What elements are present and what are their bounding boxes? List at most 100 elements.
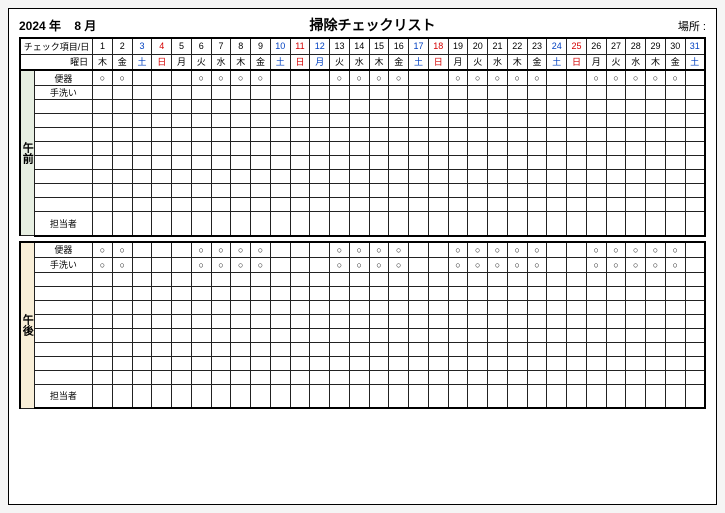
check-cell[interactable]	[112, 86, 132, 100]
check-cell[interactable]	[270, 242, 290, 258]
check-cell[interactable]: ○	[389, 257, 409, 272]
check-cell[interactable]: ○	[468, 70, 488, 86]
check-cell[interactable]: ○	[251, 257, 271, 272]
tantou-cell[interactable]	[665, 212, 685, 236]
check-cell[interactable]	[349, 86, 369, 100]
check-cell[interactable]	[290, 242, 310, 258]
tantou-cell[interactable]	[567, 212, 587, 236]
check-cell[interactable]	[152, 70, 172, 86]
tantou-cell[interactable]	[389, 384, 409, 408]
check-cell[interactable]	[507, 86, 527, 100]
check-cell[interactable]: ○	[606, 257, 626, 272]
check-cell[interactable]	[448, 86, 468, 100]
check-cell[interactable]	[646, 86, 666, 100]
tantou-cell[interactable]	[310, 212, 330, 236]
check-cell[interactable]	[488, 86, 508, 100]
tantou-cell[interactable]	[93, 212, 113, 236]
tantou-cell[interactable]	[685, 212, 705, 236]
tantou-cell[interactable]	[132, 384, 152, 408]
tantou-cell[interactable]	[626, 384, 646, 408]
tantou-cell[interactable]	[448, 384, 468, 408]
check-cell[interactable]: ○	[488, 257, 508, 272]
check-cell[interactable]	[567, 86, 587, 100]
check-cell[interactable]: ○	[349, 242, 369, 258]
tantou-cell[interactable]	[231, 384, 251, 408]
check-cell[interactable]: ○	[112, 70, 132, 86]
check-cell[interactable]	[132, 242, 152, 258]
tantou-cell[interactable]	[468, 384, 488, 408]
tantou-cell[interactable]	[152, 212, 172, 236]
check-cell[interactable]	[270, 257, 290, 272]
check-cell[interactable]	[310, 242, 330, 258]
check-cell[interactable]: ○	[468, 242, 488, 258]
check-cell[interactable]: ○	[112, 242, 132, 258]
check-cell[interactable]	[586, 86, 606, 100]
tantou-cell[interactable]	[270, 212, 290, 236]
tantou-cell[interactable]	[507, 384, 527, 408]
tantou-cell[interactable]	[172, 384, 192, 408]
tantou-cell[interactable]	[606, 212, 626, 236]
tantou-cell[interactable]	[646, 384, 666, 408]
check-cell[interactable]: ○	[665, 70, 685, 86]
check-cell[interactable]: ○	[112, 257, 132, 272]
tantou-cell[interactable]	[369, 212, 389, 236]
tantou-cell[interactable]	[468, 212, 488, 236]
tantou-cell[interactable]	[191, 212, 211, 236]
tantou-cell[interactable]	[191, 384, 211, 408]
check-cell[interactable]	[685, 86, 705, 100]
check-cell[interactable]	[389, 86, 409, 100]
tantou-cell[interactable]	[172, 212, 192, 236]
check-cell[interactable]: ○	[665, 257, 685, 272]
check-cell[interactable]	[547, 70, 567, 86]
check-cell[interactable]	[428, 70, 448, 86]
tantou-cell[interactable]	[290, 384, 310, 408]
tantou-cell[interactable]	[112, 212, 132, 236]
check-cell[interactable]: ○	[527, 70, 547, 86]
check-cell[interactable]	[428, 86, 448, 100]
check-cell[interactable]: ○	[93, 257, 113, 272]
tantou-cell[interactable]	[665, 384, 685, 408]
tantou-cell[interactable]	[428, 384, 448, 408]
check-cell[interactable]: ○	[191, 242, 211, 258]
check-cell[interactable]	[152, 242, 172, 258]
check-cell[interactable]: ○	[488, 70, 508, 86]
check-cell[interactable]	[567, 242, 587, 258]
check-cell[interactable]: ○	[468, 257, 488, 272]
tantou-cell[interactable]	[270, 384, 290, 408]
check-cell[interactable]: ○	[231, 242, 251, 258]
check-cell[interactable]	[468, 86, 488, 100]
tantou-cell[interactable]	[310, 384, 330, 408]
check-cell[interactable]	[290, 70, 310, 86]
tantou-cell[interactable]	[290, 212, 310, 236]
check-cell[interactable]: ○	[586, 242, 606, 258]
check-cell[interactable]	[527, 86, 547, 100]
check-cell[interactable]	[310, 86, 330, 100]
check-cell[interactable]	[310, 70, 330, 86]
tantou-cell[interactable]	[251, 212, 271, 236]
tantou-cell[interactable]	[93, 384, 113, 408]
check-cell[interactable]: ○	[211, 242, 231, 258]
check-cell[interactable]	[409, 70, 429, 86]
check-cell[interactable]: ○	[626, 257, 646, 272]
check-cell[interactable]: ○	[665, 242, 685, 258]
check-cell[interactable]	[547, 257, 567, 272]
tantou-cell[interactable]	[330, 384, 350, 408]
check-cell[interactable]: ○	[626, 242, 646, 258]
check-cell[interactable]: ○	[330, 257, 350, 272]
check-cell[interactable]	[172, 257, 192, 272]
check-cell[interactable]	[626, 86, 646, 100]
check-cell[interactable]	[270, 70, 290, 86]
check-cell[interactable]: ○	[448, 257, 468, 272]
check-cell[interactable]	[172, 86, 192, 100]
check-cell[interactable]	[191, 86, 211, 100]
check-cell[interactable]	[330, 86, 350, 100]
check-cell[interactable]	[290, 257, 310, 272]
check-cell[interactable]	[132, 70, 152, 86]
tantou-cell[interactable]	[349, 384, 369, 408]
check-cell[interactable]: ○	[191, 257, 211, 272]
tantou-cell[interactable]	[586, 212, 606, 236]
check-cell[interactable]: ○	[369, 242, 389, 258]
check-cell[interactable]	[685, 70, 705, 86]
check-cell[interactable]: ○	[191, 70, 211, 86]
tantou-cell[interactable]	[646, 212, 666, 236]
